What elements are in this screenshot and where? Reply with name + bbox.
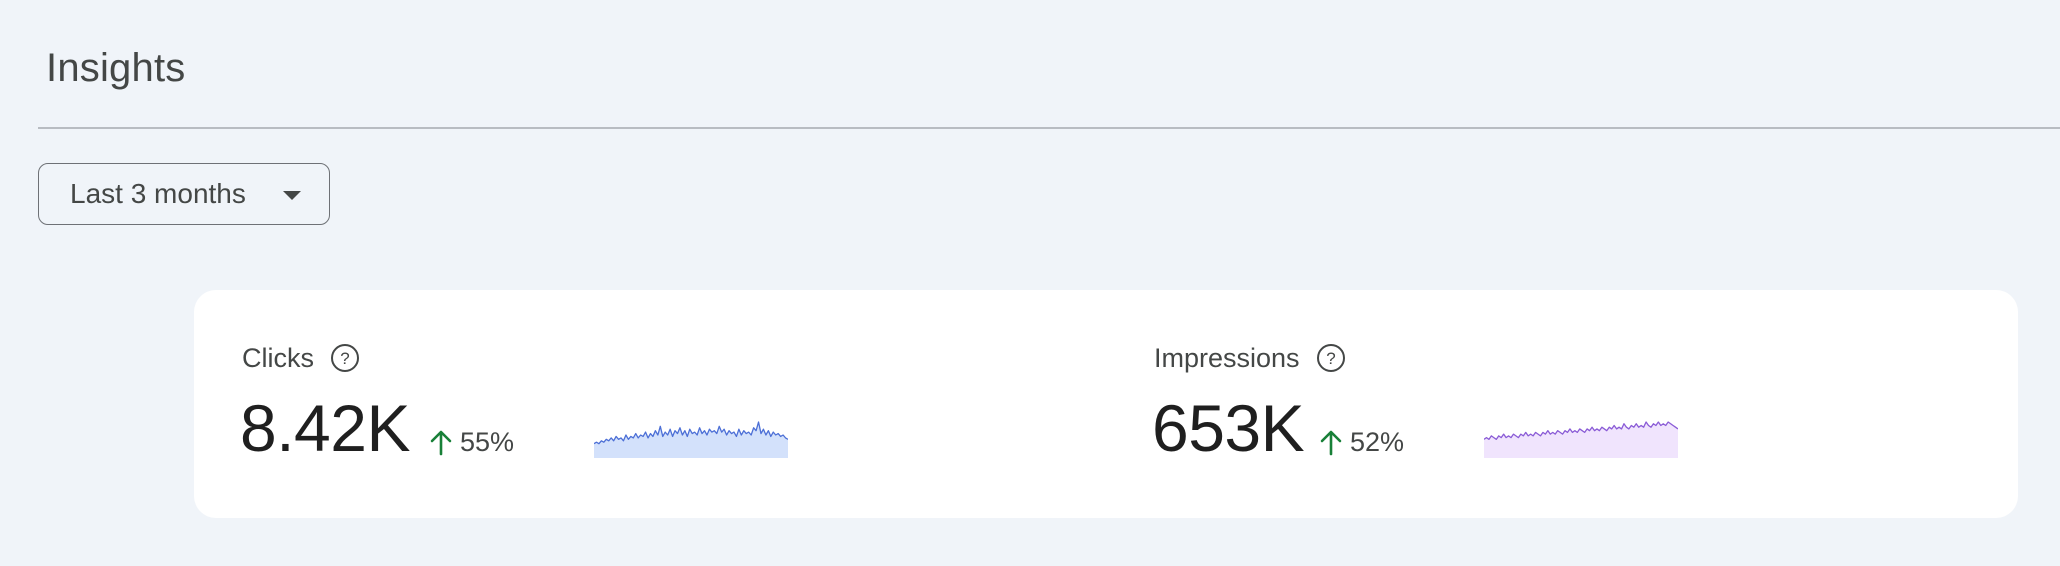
- help-circle-icon[interactable]: ?: [330, 343, 360, 373]
- svg-text:?: ?: [340, 349, 349, 368]
- clicks-sparkline: [594, 421, 788, 458]
- help-circle-icon[interactable]: ?: [1316, 343, 1346, 373]
- metric-trend: 52%: [1318, 424, 1404, 460]
- arrow-up-icon: [430, 430, 452, 456]
- dropdown-arrow-icon: [283, 191, 301, 200]
- arrow-up-icon: [1320, 430, 1342, 456]
- sparkline-area: [1484, 422, 1678, 458]
- metric-label: Clicks: [242, 342, 314, 373]
- impressions-sparkline: [1484, 421, 1678, 458]
- date-range-select[interactable]: Last 3 months: [38, 163, 330, 225]
- metric-header: Impressions ?: [1154, 340, 1346, 376]
- svg-text:?: ?: [1326, 349, 1335, 368]
- trend-percent: 52%: [1350, 426, 1405, 457]
- page-title: Insights: [46, 46, 186, 90]
- metric-value: 8.42K: [240, 391, 410, 465]
- header-divider: [38, 127, 2060, 129]
- trend-percent: 55%: [460, 426, 515, 457]
- metric-value: 653K: [1152, 391, 1305, 465]
- date-range-label: Last 3 months: [70, 178, 246, 209]
- metric-label: Impressions: [1154, 342, 1300, 373]
- metrics-card: Clicks ? 8.42K 55% Impressions ? 653K 52…: [194, 290, 2018, 518]
- metric-trend: 55%: [428, 424, 514, 460]
- metric-header: Clicks ?: [242, 340, 360, 376]
- metric-clicks: Clicks ? 8.42K 55%: [240, 290, 1102, 518]
- metric-impressions: Impressions ? 653K 52%: [1152, 290, 2014, 518]
